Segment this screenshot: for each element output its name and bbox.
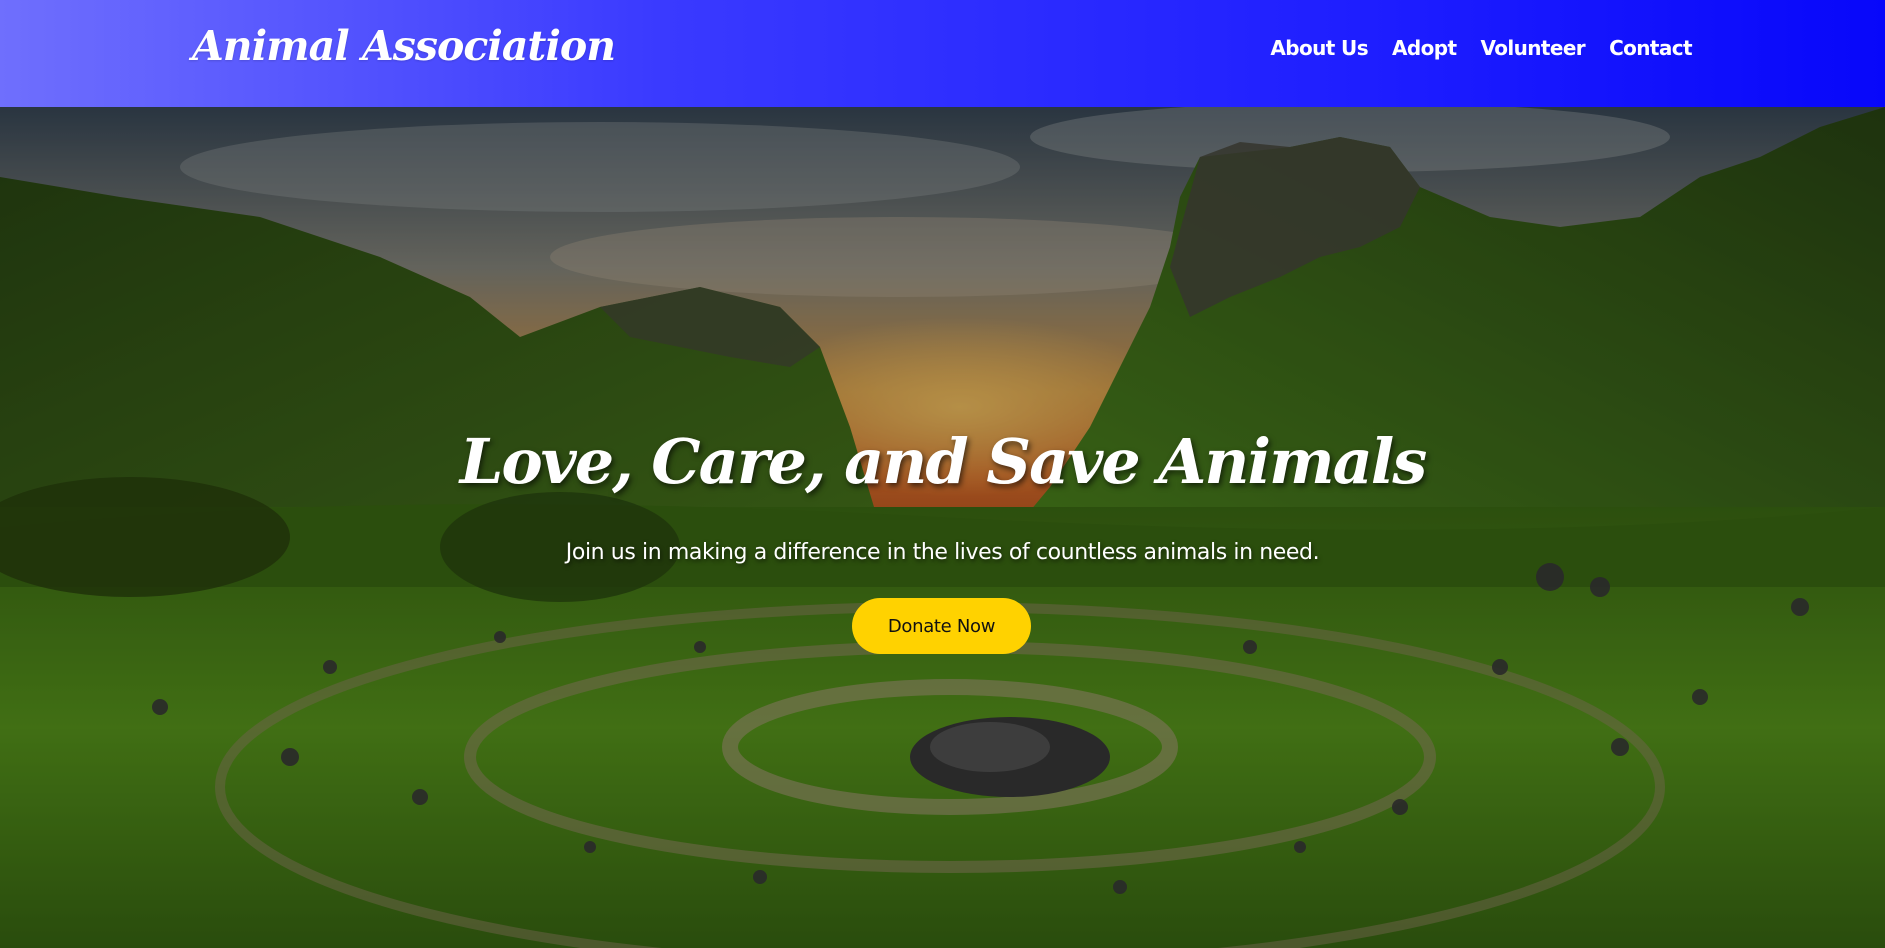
main-nav: About Us Adopt Volunteer Contact xyxy=(1270,36,1692,60)
nav-link-about-us[interactable]: About Us xyxy=(1270,36,1368,60)
site-logo[interactable]: Animal Association xyxy=(192,22,616,70)
donate-now-button[interactable]: Donate Now xyxy=(852,598,1031,654)
hero-title: Love, Care, and Save Animals xyxy=(459,425,1428,498)
nav-link-contact[interactable]: Contact xyxy=(1609,36,1693,60)
hero-dark-overlay xyxy=(0,107,1885,948)
hero-subtitle: Join us in making a difference in the li… xyxy=(565,540,1320,565)
site-header: Animal Association About Us Adopt Volunt… xyxy=(0,0,1885,107)
nav-link-adopt[interactable]: Adopt xyxy=(1392,36,1457,60)
hero-section: Love, Care, and Save Animals Join us in … xyxy=(0,107,1885,948)
nav-link-volunteer[interactable]: Volunteer xyxy=(1480,36,1585,60)
